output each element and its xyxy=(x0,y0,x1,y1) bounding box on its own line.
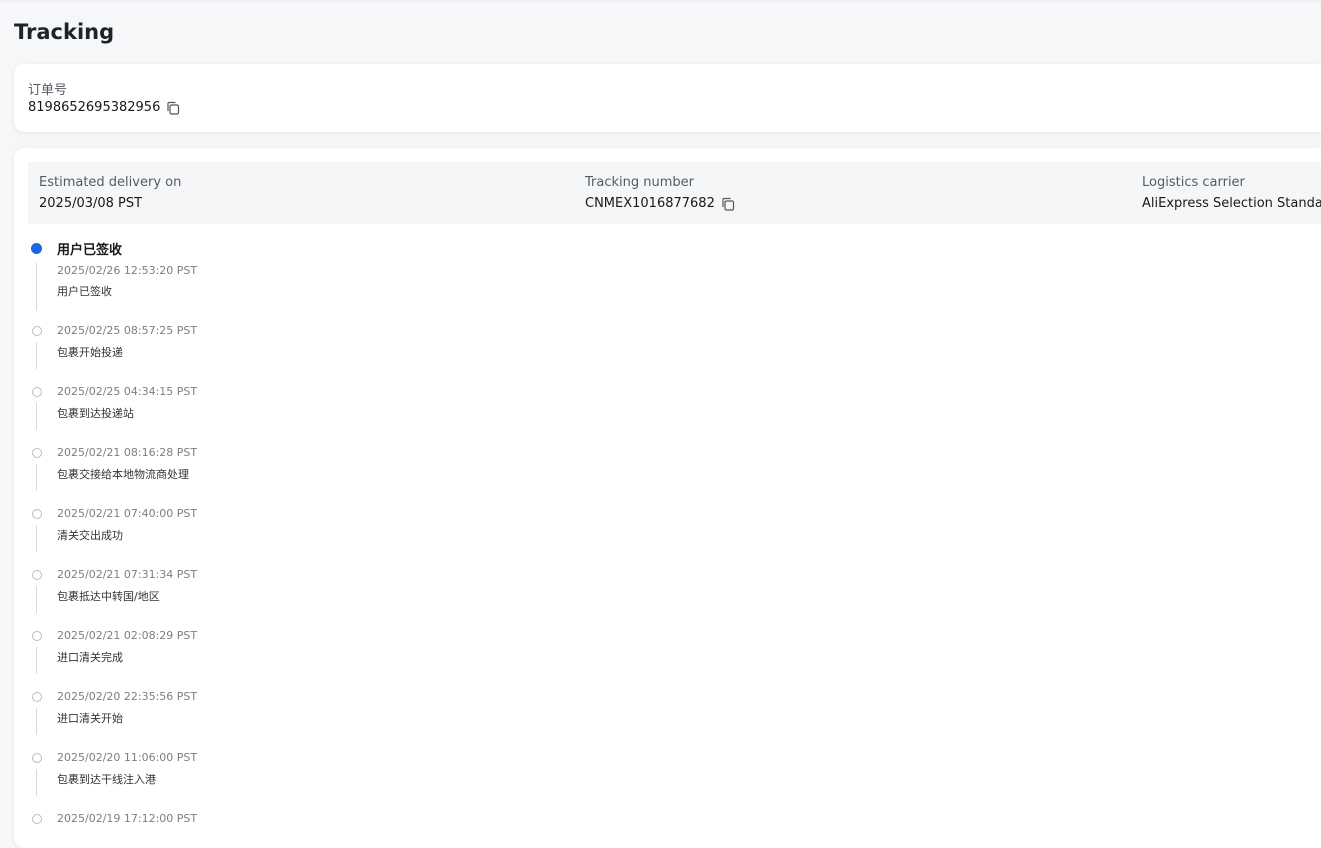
event-description: 包裹到达投递站 xyxy=(57,407,134,420)
event-description: 包裹到达干线注入港 xyxy=(57,773,156,786)
event-time: 2025/02/20 22:35:56 PST xyxy=(57,690,198,703)
logistics-carrier-value: AliExpress Selection Standard xyxy=(1142,196,1321,211)
timeline-dot xyxy=(32,326,42,336)
tracking-number: Tracking number CNMEX1016877682 xyxy=(585,175,735,211)
estimated-delivery-label: Estimated delivery on xyxy=(39,175,182,190)
order-number-label: 订单号 xyxy=(28,83,68,98)
timeline-connector xyxy=(36,586,37,613)
event-time: 2025/02/26 12:53:20 PST xyxy=(57,264,198,277)
event-description: 进口清关开始 xyxy=(57,712,123,725)
timeline-connector xyxy=(36,647,37,674)
event-time: 2025/02/25 08:57:25 PST xyxy=(57,324,198,337)
timeline-dot xyxy=(32,387,42,397)
timeline-connector xyxy=(36,403,37,430)
delivery-info-bar: Estimated delivery on 2025/03/08 PST Tra… xyxy=(28,162,1321,224)
timeline-connector xyxy=(36,708,37,735)
page-title: Tracking xyxy=(14,20,115,44)
event-description: 用户已签收 xyxy=(57,285,112,298)
event-time: 2025/02/21 07:40:00 PST xyxy=(57,507,198,520)
event-time: 2025/02/19 17:12:00 PST xyxy=(57,812,198,825)
event-description: 包裹交接给本地物流商处理 xyxy=(57,468,189,481)
event-time: 2025/02/21 02:08:29 PST xyxy=(57,629,198,642)
order-number-value: 8198652695382956 xyxy=(28,100,161,115)
top-strip xyxy=(0,0,1321,2)
estimated-delivery-value: 2025/03/08 PST xyxy=(39,196,143,211)
estimated-delivery: Estimated delivery on 2025/03/08 PST xyxy=(39,175,181,211)
logistics-carrier-label: Logistics carrier xyxy=(1142,175,1245,190)
timeline-active-dot xyxy=(31,243,42,254)
logistics-carrier: Logistics carrier AliExpress Selection S… xyxy=(1142,175,1321,211)
event-description: 包裹开始投递 xyxy=(57,346,123,359)
timeline-connector xyxy=(36,342,37,369)
event-description: 进口清关完成 xyxy=(57,651,123,664)
event-description: 清关交出成功 xyxy=(57,529,123,542)
timeline-dot xyxy=(32,509,42,519)
event-time: 2025/02/20 11:06:00 PST xyxy=(57,751,198,764)
timeline-connector xyxy=(36,769,37,796)
timeline-connector xyxy=(36,525,37,552)
event-description: 包裹抵达中转国/地区 xyxy=(57,590,160,603)
event-time: 2025/02/21 07:31:34 PST xyxy=(57,568,198,581)
order-card: 订单号 8198652695382956 xyxy=(14,64,1321,132)
copy-icon[interactable] xyxy=(721,197,735,211)
tracking-card: Estimated delivery on 2025/03/08 PST Tra… xyxy=(14,148,1321,848)
timeline-dot xyxy=(32,570,42,580)
timeline-dot xyxy=(32,753,42,763)
timeline-dot xyxy=(32,448,42,458)
order-number: 8198652695382956 xyxy=(28,100,180,115)
timeline-dot xyxy=(32,814,42,824)
copy-icon[interactable] xyxy=(166,101,180,115)
timeline-dot xyxy=(32,631,42,641)
tracking-number-label: Tracking number xyxy=(585,175,694,190)
event-time: 2025/02/25 04:34:15 PST xyxy=(57,385,198,398)
tracking-number-row: CNMEX1016877682 xyxy=(585,196,735,211)
event-time: 2025/02/21 08:16:28 PST xyxy=(57,446,198,459)
tracking-number-value: CNMEX1016877682 xyxy=(585,196,715,211)
timeline-dot xyxy=(32,692,42,702)
event-title: 用户已签收 xyxy=(57,243,123,258)
timeline-connector xyxy=(36,464,37,491)
timeline-connector xyxy=(36,263,37,311)
